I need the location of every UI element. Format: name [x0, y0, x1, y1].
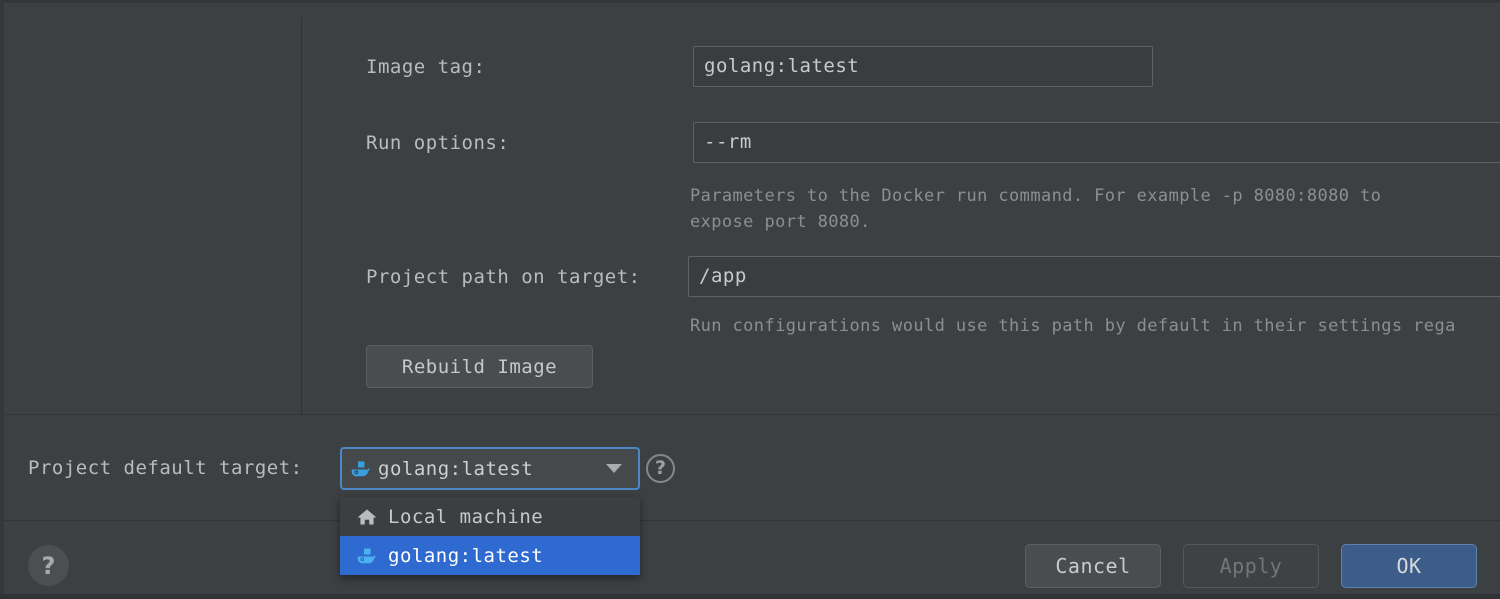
dropdown-item-label: Local machine — [388, 505, 544, 528]
project-default-target-combobox[interactable]: golang:latest — [340, 447, 640, 490]
project-path-hint: Run configurations would use this path b… — [690, 316, 1456, 336]
ok-button[interactable]: OK — [1341, 544, 1477, 588]
rebuild-image-button[interactable]: Rebuild Image — [366, 345, 593, 388]
run-options-label: Run options: — [366, 132, 510, 154]
cancel-button[interactable]: Cancel — [1025, 544, 1161, 588]
window-bottom-edge — [0, 594, 1500, 599]
dropdown-item-local-machine[interactable]: Local machine — [340, 497, 640, 536]
image-tag-label: Image tag: — [366, 56, 486, 78]
project-default-target-dropdown[interactable]: Local machine golang:latest — [340, 497, 640, 575]
docker-icon — [356, 546, 378, 566]
docker-icon — [350, 459, 372, 479]
run-options-input[interactable]: --rm — [693, 122, 1500, 163]
dropdown-item-golang-latest[interactable]: golang:latest — [340, 536, 640, 575]
run-options-hint-line-2: expose port 8080. — [690, 212, 871, 232]
dialog-footer-divider — [4, 520, 1500, 521]
chevron-down-icon[interactable] — [606, 464, 622, 473]
dropdown-item-label: golang:latest — [388, 544, 544, 567]
window-top-edge — [0, 0, 1500, 3]
settings-footer-divider — [4, 414, 1500, 415]
home-icon — [356, 507, 378, 527]
target-help-icon[interactable]: ? — [646, 454, 675, 483]
pane-vertical-divider — [301, 18, 302, 414]
run-options-hint-line-1: Parameters to the Docker run command. Fo… — [690, 186, 1382, 206]
settings-dialog: Image tag: golang:latest Run options: --… — [0, 0, 1500, 599]
project-path-input[interactable]: /app — [688, 256, 1500, 297]
project-default-target-value: golang:latest — [378, 457, 534, 480]
dialog-help-button[interactable]: ? — [28, 545, 69, 586]
project-default-target-label: Project default target: — [28, 457, 303, 479]
image-tag-input[interactable]: golang:latest — [693, 46, 1153, 87]
project-path-label: Project path on target: — [366, 266, 641, 288]
apply-button[interactable]: Apply — [1183, 544, 1319, 588]
window-left-edge — [0, 0, 4, 599]
